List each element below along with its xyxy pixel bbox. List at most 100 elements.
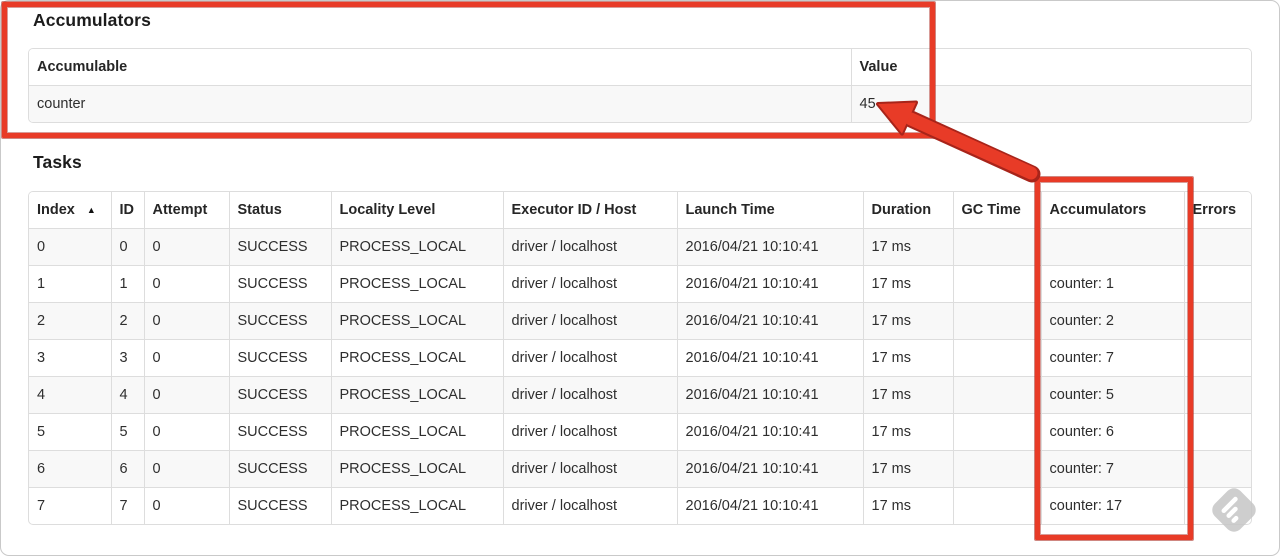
cell-gc-time [953, 339, 1042, 377]
cell-id: 5 [111, 413, 145, 451]
cell-gc-time [953, 228, 1042, 266]
cell-accumulable: counter [29, 85, 852, 122]
cell-locality-level: PROCESS_LOCAL [331, 302, 504, 340]
column-header-locality-level[interactable]: Locality Level [331, 192, 504, 229]
cell-duration: 17 ms [863, 339, 954, 377]
column-header-status[interactable]: Status [229, 192, 332, 229]
cell-executor-id-host: driver / localhost [503, 339, 678, 377]
cell-duration: 17 ms [863, 450, 954, 488]
cell-errors [1184, 450, 1251, 488]
cell-errors [1184, 228, 1251, 266]
column-label: Status [237, 202, 282, 218]
cell-id: 6 [111, 450, 145, 488]
column-header-accumulable[interactable]: Accumulable [29, 49, 852, 86]
column-label: Attempt [152, 202, 208, 218]
sort-ascending-icon: ▲ [86, 205, 96, 215]
column-label: ID [119, 202, 135, 218]
cell-status: SUCCESS [229, 450, 332, 488]
cell-gc-time [953, 376, 1042, 414]
cell-errors [1184, 376, 1251, 414]
cell-executor-id-host: driver / localhost [503, 450, 678, 488]
column-label: Locality Level [339, 202, 436, 218]
table-row: 5 5 0 SUCCESS PROCESS_LOCAL driver / localhos… [29, 413, 1251, 451]
table-row: 0 0 0 SUCCESS PROCESS_LOCAL driver / localhos… [29, 228, 1251, 266]
column-header-index[interactable]: Index ▲ [29, 192, 112, 229]
column-header-gc-time[interactable]: GC Time [953, 192, 1042, 229]
cell-locality-level: PROCESS_LOCAL [331, 376, 504, 414]
cell-status: SUCCESS [229, 265, 332, 303]
cell-accumulators: counter: 1 [1041, 265, 1185, 303]
cell-executor-id-host: driver / localhost [503, 413, 678, 451]
cell-accumulators: counter: 2 [1041, 302, 1185, 340]
column-label: Duration [871, 202, 932, 218]
cell-errors [1184, 302, 1251, 340]
cell-index: 7 [29, 487, 112, 524]
cell-accumulators: counter: 5 [1041, 376, 1185, 414]
cell-id: 7 [111, 487, 145, 524]
column-label: Accumulators [1049, 202, 1147, 218]
cell-launch-time: 2016/04/21 10:10:41 [677, 487, 864, 524]
cell-attempt: 0 [144, 265, 230, 303]
cell-accumulators: counter: 6 [1041, 413, 1185, 451]
cell-accumulators: counter: 17 [1041, 487, 1185, 524]
accumulable-table: Accumulable Value counter 45 [28, 48, 1252, 123]
column-header-attempt[interactable]: Attempt [144, 192, 230, 229]
header-row: Accumulable Value [29, 49, 1251, 86]
cell-locality-level: PROCESS_LOCAL [331, 450, 504, 488]
column-header-executor-id-host[interactable]: Executor ID / Host [503, 192, 678, 229]
cell-errors [1184, 265, 1251, 303]
column-header-accumulators[interactable]: Accumulators [1041, 192, 1185, 229]
cell-index: 4 [29, 376, 112, 414]
cell-attempt: 0 [144, 450, 230, 488]
cell-duration: 17 ms [863, 228, 954, 266]
cell-locality-level: PROCESS_LOCAL [331, 413, 504, 451]
cell-executor-id-host: driver / localhost [503, 265, 678, 303]
header-row: Index ▲ ID Attempt Status Locality Level Execu… [29, 192, 1251, 229]
cell-launch-time: 2016/04/21 10:10:41 [677, 376, 864, 414]
cell-errors [1184, 413, 1251, 451]
column-header-value[interactable]: Value [851, 49, 1251, 86]
table-row: 6 6 0 SUCCESS PROCESS_LOCAL driver / localhos… [29, 450, 1251, 488]
cell-locality-level: PROCESS_LOCAL [331, 487, 504, 524]
column-label: Errors [1192, 202, 1237, 218]
cell-gc-time [953, 487, 1042, 524]
cell-duration: 17 ms [863, 376, 954, 414]
cell-attempt: 0 [144, 228, 230, 266]
tasks-section-title: Tasks [33, 152, 82, 172]
accumulators-section-title: Accumulators [33, 10, 151, 30]
cell-id: 3 [111, 339, 145, 377]
cell-id: 4 [111, 376, 145, 414]
cell-status: SUCCESS [229, 487, 332, 524]
cell-locality-level: PROCESS_LOCAL [331, 265, 504, 303]
cell-launch-time: 2016/04/21 10:10:41 [677, 413, 864, 451]
column-label: Index [37, 202, 75, 218]
table-row: counter 45 [29, 85, 1251, 122]
table-row: 4 4 0 SUCCESS PROCESS_LOCAL driver / localhos… [29, 376, 1251, 414]
column-header-launch-time[interactable]: Launch Time [677, 192, 864, 229]
cell-id: 1 [111, 265, 145, 303]
cell-duration: 17 ms [863, 487, 954, 524]
column-label: Executor ID / Host [511, 202, 637, 218]
table-row: 3 3 0 SUCCESS PROCESS_LOCAL driver / localhos… [29, 339, 1251, 377]
cell-gc-time [953, 413, 1042, 451]
column-header-id[interactable]: ID [111, 192, 145, 229]
cell-status: SUCCESS [229, 376, 332, 414]
column-label: GC Time [961, 202, 1021, 218]
cell-duration: 17 ms [863, 302, 954, 340]
table-row: 7 7 0 SUCCESS PROCESS_LOCAL driver / localhos… [29, 487, 1251, 525]
cell-errors [1184, 488, 1251, 525]
column-header-duration[interactable]: Duration [863, 192, 954, 229]
column-header-errors[interactable]: Errors [1184, 192, 1251, 229]
cell-index: 3 [29, 339, 112, 377]
column-label: Launch Time [685, 202, 775, 218]
cell-launch-time: 2016/04/21 10:10:41 [677, 302, 864, 340]
cell-launch-time: 2016/04/21 10:10:41 [677, 228, 864, 266]
cell-errors [1184, 339, 1251, 377]
cell-attempt: 0 [144, 376, 230, 414]
cell-launch-time: 2016/04/21 10:10:41 [677, 450, 864, 488]
cell-executor-id-host: driver / localhost [503, 376, 678, 414]
cell-accumulators [1041, 228, 1185, 266]
cell-status: SUCCESS [229, 413, 332, 451]
cell-locality-level: PROCESS_LOCAL [331, 339, 504, 377]
cell-duration: 17 ms [863, 265, 954, 303]
